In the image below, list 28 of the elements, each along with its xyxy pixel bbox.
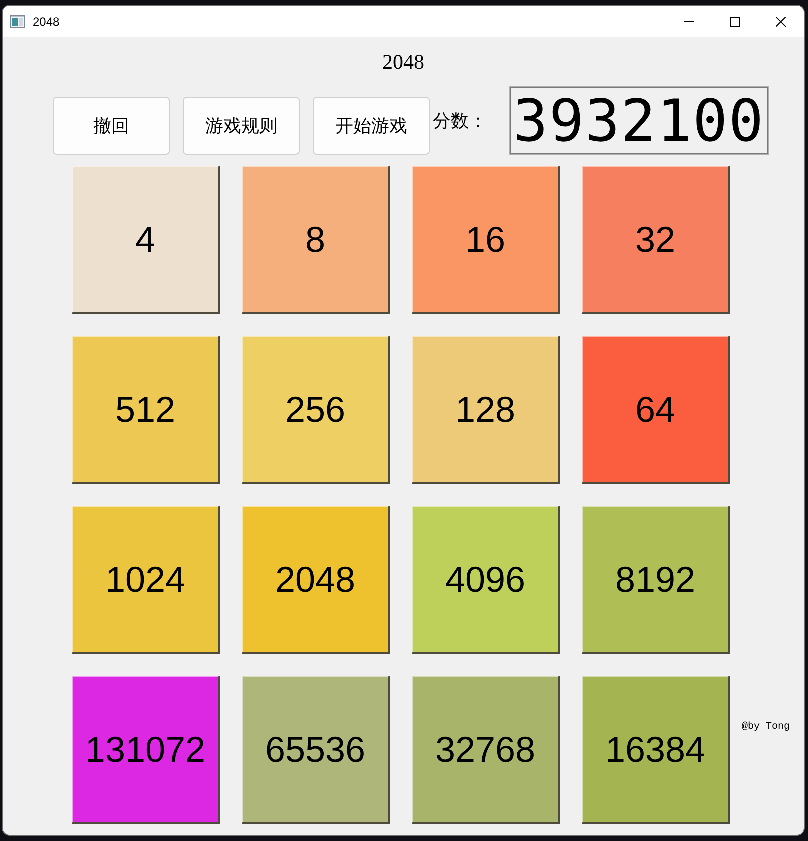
game-title: 2048 [382, 50, 424, 74]
number-tile: 131072 [72, 676, 220, 824]
author-credit: @by Tong [742, 722, 790, 733]
number-tile: 4096 [412, 506, 560, 654]
number-tile: 16384 [582, 676, 730, 824]
number-tile: 32768 [412, 676, 560, 824]
number-tile: 65536 [242, 676, 390, 824]
action-button[interactable]: 开始游戏 [313, 97, 430, 155]
number-tile: 64 [582, 336, 730, 484]
window-title: 2048 [33, 14, 61, 28]
number-tile: 8 [242, 166, 390, 314]
number-tile: 512 [72, 336, 220, 484]
number-tile: 32 [582, 166, 730, 314]
score-label: 分数： [433, 110, 487, 132]
number-tile: 4 [72, 166, 220, 314]
minimize-icon [684, 21, 694, 22]
action-button[interactable]: 撤回 [53, 97, 170, 155]
maximize-icon [730, 16, 740, 26]
action-button[interactable]: 游戏规则 [183, 97, 300, 155]
score-display: 3932100 [509, 86, 769, 155]
number-tile: 128 [412, 336, 560, 484]
close-icon [776, 16, 786, 26]
number-tile: 256 [242, 336, 390, 484]
number-tile: 1024 [72, 506, 220, 654]
number-tile: 2048 [242, 506, 390, 654]
window-icon [10, 15, 25, 28]
number-tile: 8192 [582, 506, 730, 654]
number-tile: 16 [412, 166, 560, 314]
